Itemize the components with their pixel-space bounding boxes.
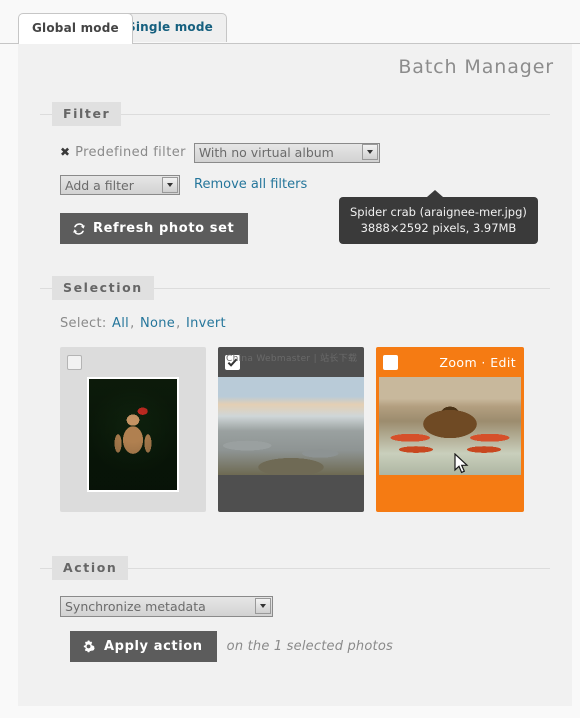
refresh-icon	[72, 222, 86, 236]
thumbnail-checkbox[interactable]	[67, 354, 82, 370]
action-legend: Action	[52, 556, 129, 580]
image-info-tooltip: Spider crab (araignee-mer.jpg) 3888×2592…	[339, 190, 538, 244]
thumbnail-toolbar: Zoom · Edit	[376, 347, 524, 377]
apply-action-label: Apply action	[104, 639, 203, 654]
thumbnail-teddy-bear[interactable]	[60, 347, 206, 512]
tab-global-mode[interactable]: Global mode	[18, 13, 133, 44]
thumbnail-spider-crab[interactable]: Zoom · Edit	[376, 347, 524, 512]
thumbnail-toolbar	[60, 347, 206, 377]
select-none-link[interactable]: None	[140, 316, 175, 331]
selection-legend: Selection	[52, 276, 154, 300]
page-title: Batch Manager	[398, 56, 554, 78]
select-invert-link[interactable]: Invert	[186, 316, 226, 331]
action-section: Action Synchronize metadata Apply action…	[40, 556, 550, 666]
action-separator: ·	[477, 354, 491, 370]
action-select-wrap: Synchronize metadata	[60, 596, 273, 617]
predefined-filter-select-wrap: With no virtual album	[193, 142, 380, 163]
thumbnail-checkbox[interactable]	[383, 354, 398, 370]
tooltip-details: 3888×2592 pixels, 3.97MB	[360, 221, 517, 235]
remove-all-filters-link[interactable]: Remove all filters	[194, 177, 307, 192]
thumbnail-image-wrap	[60, 377, 206, 512]
action-select[interactable]: Synchronize metadata	[60, 596, 273, 617]
refresh-photo-set-button[interactable]: Refresh photo set	[60, 213, 249, 244]
remove-filter-icon[interactable]: ✖	[60, 145, 70, 159]
thumbnail-image-wrap	[218, 377, 364, 512]
tooltip-title: Spider crab (araignee-mer.jpg)	[350, 205, 527, 219]
batch-manager-panel: Batch Manager Filter ✖ Predefined filter…	[18, 44, 572, 706]
add-filter-row: Add a filter Remove all filters	[60, 175, 550, 195]
select-sep-2: ,	[176, 316, 185, 331]
predefined-filter-row: ✖ Predefined filter With no virtual albu…	[60, 142, 550, 163]
edit-link[interactable]: Edit	[490, 355, 516, 370]
filter-legend: Filter	[52, 102, 122, 126]
thumbnail-checkbox[interactable]	[225, 354, 240, 370]
thumbnail-stone-cairns[interactable]: China Webmaster | 站长下载	[218, 347, 364, 512]
select-links-row: Select: All, None, Invert	[60, 316, 550, 331]
thumbnail-grid: China Webmaster | 站长下载 Zoom · Edit	[60, 347, 550, 512]
thumbnail-toolbar	[218, 347, 364, 377]
thumbnail-actions: Zoom · Edit	[439, 355, 516, 370]
gears-icon	[82, 640, 97, 654]
refresh-photo-set-label: Refresh photo set	[93, 221, 235, 236]
add-filter-select[interactable]: Add a filter	[60, 175, 180, 195]
selection-section: Selection Select: All, None, Invert Chin…	[40, 190, 550, 516]
select-all-link[interactable]: All	[112, 316, 129, 331]
predefined-filter-select[interactable]: With no virtual album	[193, 142, 380, 163]
zoom-link[interactable]: Zoom	[439, 355, 477, 370]
thumbnail-image-stone-cairns	[218, 377, 364, 475]
select-sep-1: ,	[130, 316, 139, 331]
add-filter-select-wrap: Add a filter	[60, 175, 180, 195]
apply-action-note: on the 1 selected photos	[226, 639, 393, 654]
select-label: Select:	[60, 316, 107, 331]
thumbnail-image-wrap	[376, 377, 524, 512]
apply-action-button[interactable]: Apply action	[70, 631, 217, 662]
thumbnail-image-teddy-bear	[87, 377, 179, 492]
predefined-filter-label: Predefined filter	[75, 144, 186, 160]
tab-bar: Global mode Single mode	[0, 0, 580, 44]
thumbnail-image-spider-crab	[379, 377, 521, 475]
apply-action-row: Apply action on the 1 selected photos	[70, 631, 550, 662]
